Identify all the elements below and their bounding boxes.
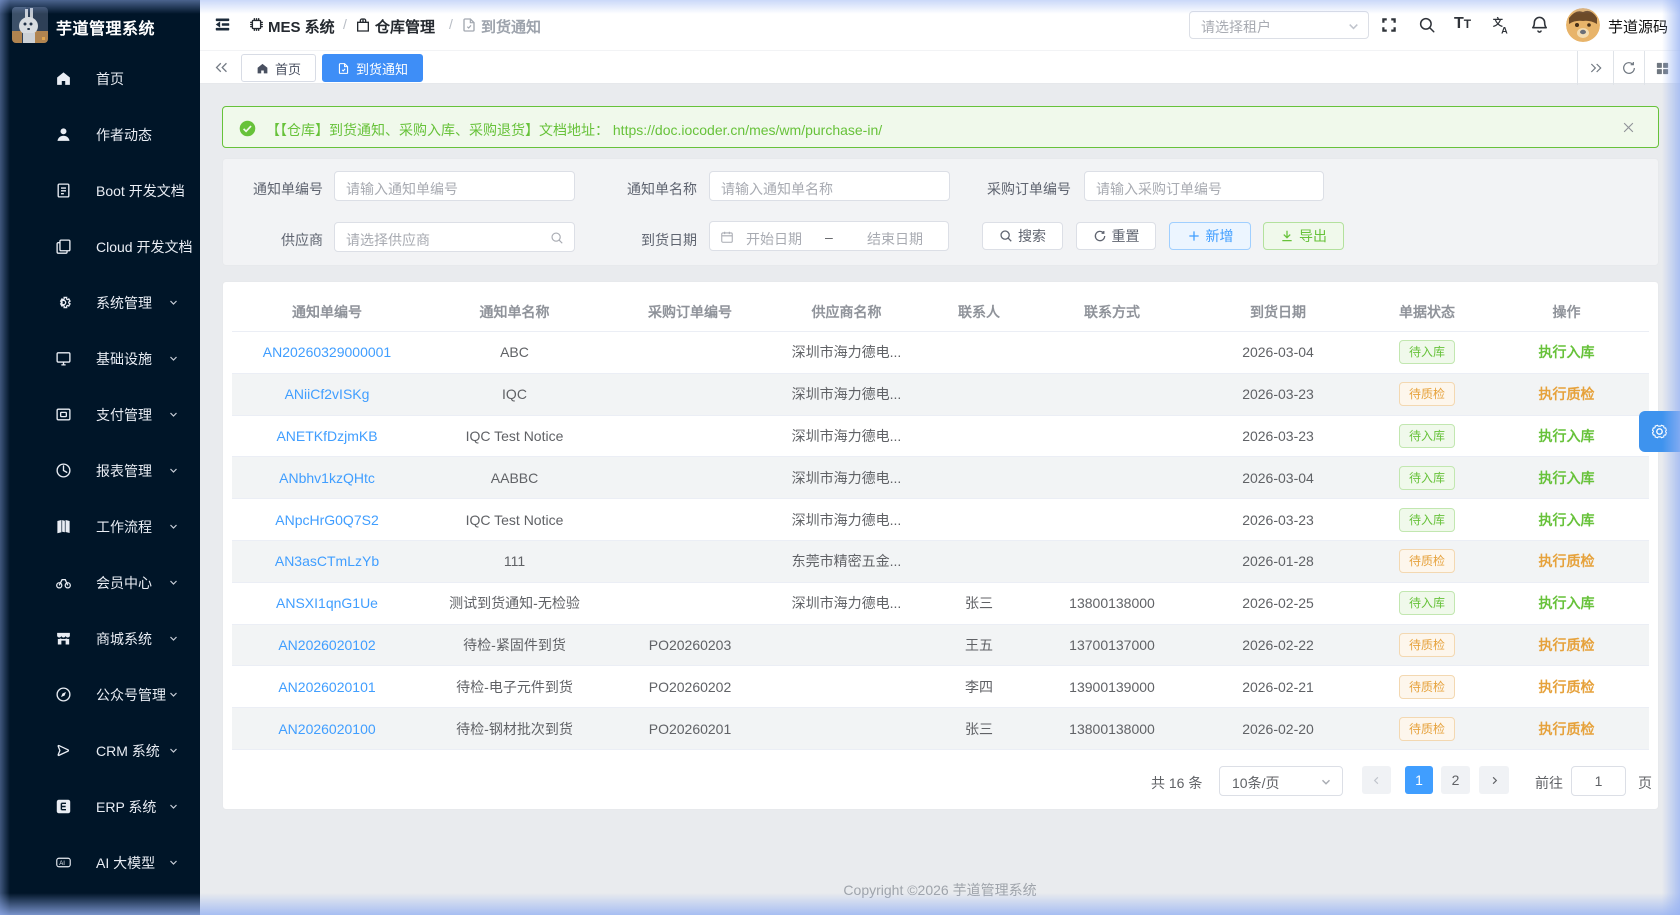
svg-text:AI: AI bbox=[59, 861, 65, 867]
svg-text:A: A bbox=[1501, 25, 1508, 35]
